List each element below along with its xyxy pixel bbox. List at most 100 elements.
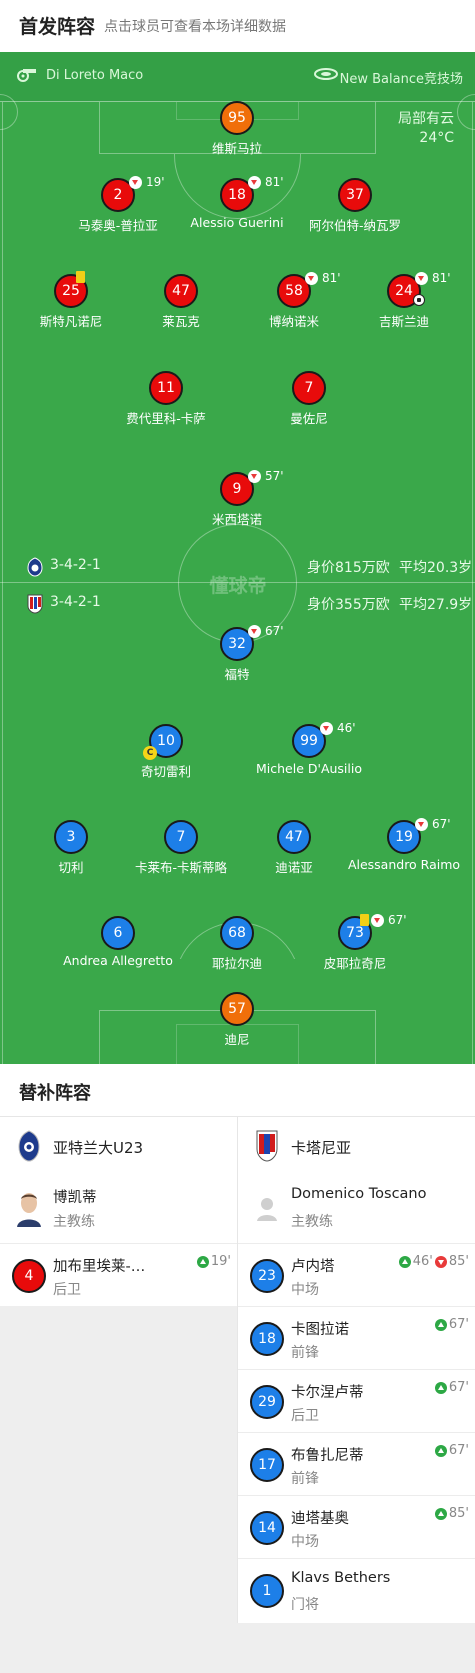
player-number: 1 xyxy=(250,1574,284,1608)
sub-player-row[interactable]: 4 加布里埃莱-… 后卫 19' xyxy=(0,1243,237,1306)
player-position: 后卫 xyxy=(53,1282,81,1298)
away-player[interactable]: 73 皮耶拉奇尼 67' xyxy=(280,913,430,972)
player-name: 皮耶拉奇尼 xyxy=(323,956,387,971)
away-player[interactable]: 10 奇切雷利 C xyxy=(91,724,241,780)
away-coach-row[interactable]: Domenico Toscano 主教练 xyxy=(238,1177,475,1243)
player-name: 曼佐尼 xyxy=(290,411,328,426)
player-position: 前锋 xyxy=(291,1471,319,1487)
catania-logo-icon xyxy=(256,1130,278,1162)
subs-header: 替补阵容 xyxy=(0,1064,475,1117)
stadium-icon xyxy=(314,68,338,80)
sub-out-icon xyxy=(320,721,333,735)
away-market-value: 身价355万欧 xyxy=(307,597,390,613)
sub-out-icon xyxy=(415,271,428,285)
home-player[interactable]: 7 曼佐尼 xyxy=(234,371,384,427)
player-number: 47 xyxy=(164,274,198,308)
home-subs-column: 亚特兰大U23 博凯蒂 主教练 4 加布里埃莱-… 后卫 19' xyxy=(0,1117,237,1306)
coach-avatar xyxy=(14,1189,44,1227)
sub-in-icon xyxy=(398,1255,411,1268)
away-team-name: 卡塔尼亚 xyxy=(291,1139,352,1157)
catania-logo-icon xyxy=(27,594,43,614)
sub-player-row[interactable]: 14 迪塔基奥 中场 85' xyxy=(238,1495,475,1558)
home-coach-row[interactable]: 博凯蒂 主教练 xyxy=(0,1177,237,1243)
player-name: Michele D'Ausilio xyxy=(256,761,362,776)
sub-player-row[interactable]: 1 Klavs Bethers 门将 xyxy=(238,1558,475,1621)
player-name: 阿尔伯特-纳瓦罗 xyxy=(308,218,401,233)
sub-out-icon xyxy=(248,175,261,189)
substitution-marker: 46' xyxy=(320,721,356,735)
home-player[interactable]: 9 米西塔诺 57' xyxy=(162,469,312,528)
substitution-marker: 19' xyxy=(129,175,165,189)
weather-text: 局部有云 xyxy=(398,111,454,127)
player-name: 费代里科-卡萨 xyxy=(126,411,206,426)
player-name: 卢内塔 xyxy=(291,1259,335,1275)
sub-player-row[interactable]: 17 布鲁扎尼蒂 前锋 67' xyxy=(238,1432,475,1495)
player-number: 7 xyxy=(292,371,326,405)
goal-ball-icon xyxy=(413,294,425,306)
away-player[interactable]: 32 福特 67' xyxy=(162,624,312,683)
substitution-marker: 67' xyxy=(415,817,451,831)
player-position: 中场 xyxy=(291,1282,319,1298)
coach-avatar-placeholder-icon xyxy=(252,1189,282,1227)
substitution-marker: 67' xyxy=(360,913,407,927)
player-number: 3 xyxy=(54,820,88,854)
player-position: 前锋 xyxy=(291,1345,319,1361)
away-average-age: 平均27.9岁 xyxy=(399,597,473,613)
weather-info: 局部有云 24°C xyxy=(398,110,454,148)
home-team-row[interactable]: 亚特兰大U23 xyxy=(0,1117,237,1177)
home-team-summary: 3-4-2-1 身价815万欧 平均20.3岁 xyxy=(0,555,475,579)
player-number: 57 xyxy=(220,992,254,1026)
player-name: 布鲁扎尼蒂 xyxy=(291,1448,364,1464)
home-player[interactable]: 37 阿尔伯特-纳瓦罗 xyxy=(280,178,430,234)
sub-in-icon xyxy=(434,1507,447,1520)
home-player[interactable]: 24 吉斯兰迪 81' xyxy=(329,271,475,330)
coach-role: 主教练 xyxy=(291,1214,333,1230)
player-position: 中场 xyxy=(291,1534,319,1550)
player-name: 卡图拉诺 xyxy=(291,1322,349,1338)
player-name: 卡尔涅卢蒂 xyxy=(291,1385,364,1401)
home-player[interactable]: 95 维斯马拉 xyxy=(162,101,312,157)
player-name: Alessandro Raimo xyxy=(347,857,461,872)
player-name: 迪尼 xyxy=(224,1032,250,1047)
away-player[interactable]: 99 Michele D'Ausilio 46' xyxy=(234,721,384,780)
player-number: 37 xyxy=(338,178,372,212)
player-number: 95 xyxy=(220,101,254,135)
atalanta-logo-icon xyxy=(18,1130,40,1162)
player-name: 吉斯兰迪 xyxy=(378,314,429,329)
sub-player-row[interactable]: 23 卢内塔 中场 46' 85' xyxy=(238,1243,475,1306)
away-team-row[interactable]: 卡塔尼亚 xyxy=(238,1117,475,1177)
yellow-card-icon xyxy=(360,914,369,926)
player-name: 奇切雷利 xyxy=(140,764,191,779)
player-number: 11 xyxy=(149,371,183,405)
yellow-card-icon xyxy=(76,271,85,283)
away-player[interactable]: 57 迪尼 xyxy=(162,992,312,1048)
substitution-event: 67' xyxy=(434,1380,469,1395)
home-player[interactable]: 11 费代里科-卡萨 xyxy=(91,371,241,427)
sub-in-icon xyxy=(434,1381,447,1394)
substitution-marker: 81' xyxy=(415,271,451,285)
home-market-value: 身价815万欧 xyxy=(307,560,390,576)
captain-badge: C xyxy=(143,746,157,760)
player-name: 米西塔诺 xyxy=(211,512,262,527)
venue-name: New Balance竞技场 xyxy=(339,72,463,87)
substitution-event: 46' 85' xyxy=(398,1254,469,1269)
coach-name: 博凯蒂 xyxy=(53,1190,97,1206)
coach-name: Domenico Toscano xyxy=(291,1186,427,1202)
sub-out-icon xyxy=(415,817,428,831)
home-formation: 3-4-2-1 xyxy=(50,557,101,573)
pitch: Di Loreto Maco New Balance竞技场 局部有云 24°C … xyxy=(0,52,475,1064)
home-team-name: 亚特兰大U23 xyxy=(53,1139,144,1157)
away-player[interactable]: 19 Alessandro Raimo 67' xyxy=(329,817,475,876)
sub-in-icon xyxy=(196,1255,209,1268)
lineup-header: 首发阵容 点击球员可查看本场详细数据 xyxy=(0,0,475,52)
sub-out-icon xyxy=(305,271,318,285)
sub-player-row[interactable]: 18 卡图拉诺 前锋 67' xyxy=(238,1306,475,1369)
player-name: Klavs Bethers xyxy=(291,1570,391,1586)
sub-player-row[interactable]: 29 卡尔涅卢蒂 后卫 67' xyxy=(238,1369,475,1432)
sub-in-icon xyxy=(434,1444,447,1457)
substitution-marker: 67' xyxy=(248,624,284,638)
player-name: 加布里埃莱-… xyxy=(53,1259,146,1275)
substitution-marker: 57' xyxy=(248,469,284,483)
substitution-event: 19' xyxy=(196,1254,231,1269)
player-number: 17 xyxy=(250,1448,284,1482)
